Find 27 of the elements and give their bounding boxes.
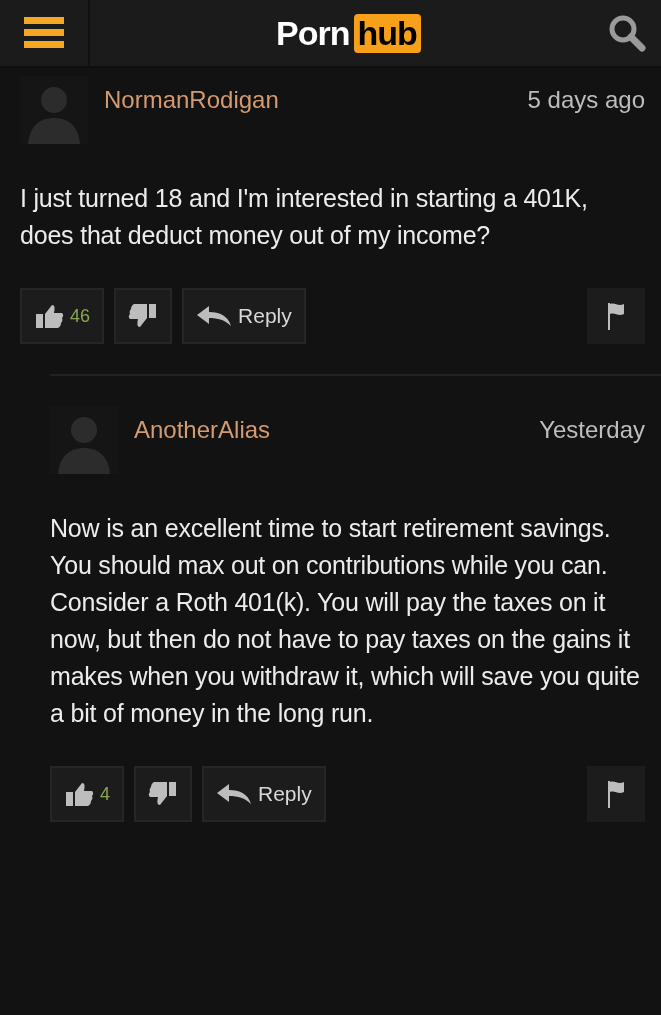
like-button[interactable]: 46 <box>20 288 105 344</box>
like-button[interactable]: 4 <box>50 766 124 822</box>
comment-text: I just turned 18 and I'm interested in starting a 401K, does that deduct money out of my income? <box>20 183 589 251</box>
flag-button[interactable] <box>587 288 645 344</box>
dislike-button[interactable] <box>134 766 192 822</box>
timestamp: Yesterday <box>539 416 645 444</box>
reply-arrow-icon <box>196 305 233 327</box>
search-icon <box>607 13 647 53</box>
timestamp: 5 days ago <box>527 86 645 114</box>
reply-button[interactable]: Reply <box>202 766 326 822</box>
thumbs-down-icon <box>128 303 159 329</box>
search-button[interactable] <box>607 13 647 53</box>
reply-button[interactable]: Reply <box>182 288 306 344</box>
reply-arrow-icon <box>216 783 252 805</box>
username[interactable]: NormanRodigan <box>104 86 512 114</box>
logo-badge: hub <box>353 13 421 53</box>
comment-text: Now is an excellent time to start retirement savings. You should max out on contributions while you can. Consider a Roth 401(k). You will pay the taxes on it now, but then do not have to pay taxes on the gains it makes when you withdraw it, which will save you quite a bit of money in the long run. <box>50 513 641 729</box>
flag-icon <box>606 779 626 809</box>
menu-icon <box>22 15 66 51</box>
flag-icon <box>606 301 626 331</box>
logo-text: Porn <box>276 13 350 53</box>
thumbs-up-icon <box>34 303 64 329</box>
thumbs-down-icon <box>148 781 178 807</box>
dislike-button[interactable] <box>114 288 173 344</box>
flag-button[interactable] <box>587 766 645 822</box>
thumbs-up-icon <box>64 781 94 807</box>
username[interactable]: AnotherAlias <box>134 416 524 444</box>
